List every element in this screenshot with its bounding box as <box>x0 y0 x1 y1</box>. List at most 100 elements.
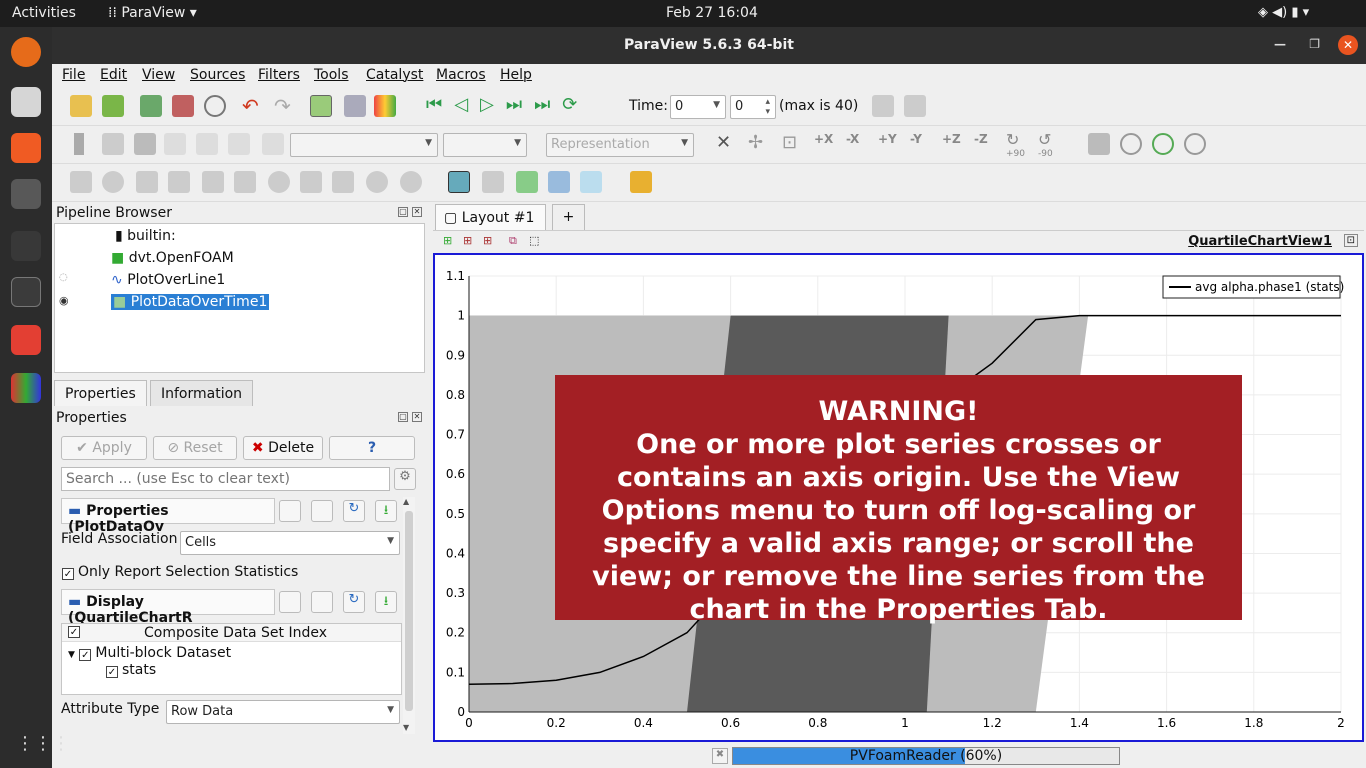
histogram-icon[interactable] <box>580 171 602 193</box>
disconnect-icon[interactable] <box>172 95 194 117</box>
capture-icon[interactable]: ⬚ <box>529 234 539 247</box>
git-icon[interactable] <box>11 325 41 355</box>
paraview-icon[interactable] <box>11 373 41 403</box>
view-minus-y-icon[interactable]: -Y <box>910 132 922 146</box>
header-checkbox[interactable]: ✓ <box>68 626 80 638</box>
field-association-combo[interactable]: Cells ▼ <box>180 531 400 555</box>
section-display[interactable]: ▬ Display (QuartileChartR <box>61 589 275 626</box>
view-plus-x-icon[interactable]: +X <box>814 132 833 146</box>
menu-view[interactable]: View <box>142 67 175 83</box>
time-combo[interactable]: 0 ▼ <box>670 95 726 119</box>
only-report-checkbox[interactable]: ✓ Only Report Selection Statistics <box>62 564 298 580</box>
open-icon[interactable] <box>70 95 92 117</box>
terminal-icon[interactable] <box>11 277 41 307</box>
minimize-icon[interactable]: — <box>1274 37 1286 51</box>
save-defaults-icon[interactable]: ⭳ <box>375 591 397 613</box>
close-icon[interactable]: ✕ <box>1338 35 1358 55</box>
pipeline-item-builtin[interactable]: ▮ builtin: <box>115 228 176 244</box>
view-minus-x-icon[interactable]: -X <box>846 132 859 146</box>
menu-macros[interactable]: Macros <box>436 67 486 83</box>
search-icon[interactable] <box>11 179 41 209</box>
rotate-plus90-icon[interactable]: ↻ +90 <box>1006 130 1025 159</box>
clock[interactable]: Feb 27 16:04 <box>666 5 758 21</box>
rescale-visible-icon[interactable] <box>196 133 218 155</box>
reload-icon[interactable]: ↻ <box>343 591 365 613</box>
menu-filters[interactable]: Filters <box>258 67 300 83</box>
rescale-icon[interactable] <box>134 133 156 155</box>
python-shell-icon[interactable] <box>872 95 894 117</box>
eye-icon[interactable]: ◉ <box>59 294 69 307</box>
rescale-temporal-icon[interactable] <box>228 133 250 155</box>
split-horizontal-icon[interactable]: ⊞ <box>443 234 452 247</box>
app-grid-icon[interactable]: ⋮⋮⋮ <box>16 733 70 754</box>
vcr-controls[interactable]: ⏮◁▷⏭⏭⟳ <box>426 94 589 115</box>
zoom-to-box-icon[interactable]: ⊡ <box>782 132 797 153</box>
delete-button[interactable]: ✖ Delete <box>243 436 323 460</box>
help-button[interactable]: ? <box>329 436 415 460</box>
properties-scrollbar[interactable]: ▲ ▼ <box>403 497 415 734</box>
section-properties[interactable]: ▬ Properties (PlotDataOv <box>61 498 275 535</box>
load-state-icon[interactable] <box>102 95 124 117</box>
pipeline-item-plotdataovertime[interactable]: ■ PlotDataOverTime1 <box>111 294 270 310</box>
undo-icon[interactable]: ↶ <box>242 94 259 118</box>
menu-sources[interactable]: Sources <box>190 67 245 83</box>
panel-close-icon[interactable]: ✕ <box>412 412 422 422</box>
copy-icon[interactable] <box>279 591 301 613</box>
pipeline-item-plotoverline[interactable]: ∿ PlotOverLine1 <box>111 272 225 288</box>
search-input[interactable] <box>61 467 390 491</box>
tree-item-multiblock[interactable]: ▼ ✓ Multi-block Dataset <box>68 645 231 661</box>
reset-camera-icon[interactable] <box>310 95 332 117</box>
pipeline-item-openfoam[interactable]: ■ dvt.OpenFOAM <box>111 250 234 266</box>
apply-button[interactable]: ✔ Apply <box>61 436 147 460</box>
maximize-icon[interactable]: ❐ <box>1309 37 1320 51</box>
firefox-icon[interactable] <box>11 37 41 67</box>
extract-level-icon[interactable] <box>400 171 422 193</box>
clip-icon[interactable] <box>136 171 158 193</box>
edit-color-map-icon[interactable] <box>102 133 124 155</box>
reset-center-icon[interactable] <box>1184 133 1206 155</box>
axes-icon[interactable] <box>1088 133 1110 155</box>
scroll-up-icon[interactable]: ▲ <box>403 497 409 506</box>
slice-icon[interactable] <box>168 171 190 193</box>
glyph-icon[interactable] <box>268 171 290 193</box>
rotate-minus90-icon[interactable]: ↺ -90 <box>1038 130 1053 159</box>
menu-help[interactable]: Help <box>500 67 532 83</box>
redo-icon[interactable]: ↷ <box>274 94 291 118</box>
maximize-view-icon[interactable]: ⊞ <box>483 234 492 247</box>
tab-properties[interactable]: Properties <box>54 380 147 406</box>
representation-combo[interactable]: Representation ▼ <box>546 133 694 157</box>
group-datasets-icon[interactable] <box>366 171 388 193</box>
color-palette-icon[interactable] <box>374 95 396 117</box>
eye-closed-icon[interactable]: ◌ <box>59 272 68 283</box>
reset-camera-closest-icon[interactable]: ✕ <box>716 132 731 153</box>
split-vertical-icon[interactable]: ⊞ <box>463 234 472 247</box>
zoom-to-data-icon[interactable] <box>344 95 366 117</box>
scrollbar-thumb[interactable] <box>405 511 413 711</box>
panel-close-icon[interactable]: ✕ <box>412 207 422 217</box>
center-axes-icon[interactable] <box>1120 133 1142 155</box>
connect-icon[interactable] <box>140 95 162 117</box>
add-layout-tab[interactable]: + <box>552 204 585 230</box>
view-plus-z-icon[interactable]: +Z <box>942 132 961 146</box>
brave-icon[interactable] <box>11 133 41 163</box>
menu-catalyst[interactable]: Catalyst <box>366 67 423 83</box>
attribute-type-combo[interactable]: Row Data ▼ <box>166 700 400 724</box>
paste-icon[interactable] <box>311 500 333 522</box>
menu-edit[interactable]: Edit <box>100 67 127 83</box>
color-by-combo[interactable]: ▼ <box>290 133 438 157</box>
plot-over-time-icon[interactable] <box>548 171 570 193</box>
undock-icon[interactable]: ▢ <box>398 207 408 217</box>
files-icon[interactable] <box>11 87 41 117</box>
reload-icon[interactable]: ↻ <box>343 500 365 522</box>
copy-icon[interactable] <box>279 500 301 522</box>
stream-tracer-icon[interactable] <box>300 171 322 193</box>
calculator-icon[interactable] <box>70 171 92 193</box>
view-close-icon[interactable]: ⊡ <box>1343 234 1358 247</box>
find-data-icon[interactable] <box>448 171 470 193</box>
tab-layout-1[interactable]: ▢ Layout #1 ⊠ <box>435 204 546 241</box>
menu-tools[interactable]: Tools <box>314 67 349 83</box>
visibility-icon[interactable] <box>262 133 284 155</box>
component-combo[interactable]: ▼ <box>443 133 527 157</box>
macro-add-icon[interactable] <box>904 95 926 117</box>
plot-over-line-icon[interactable] <box>482 171 504 193</box>
